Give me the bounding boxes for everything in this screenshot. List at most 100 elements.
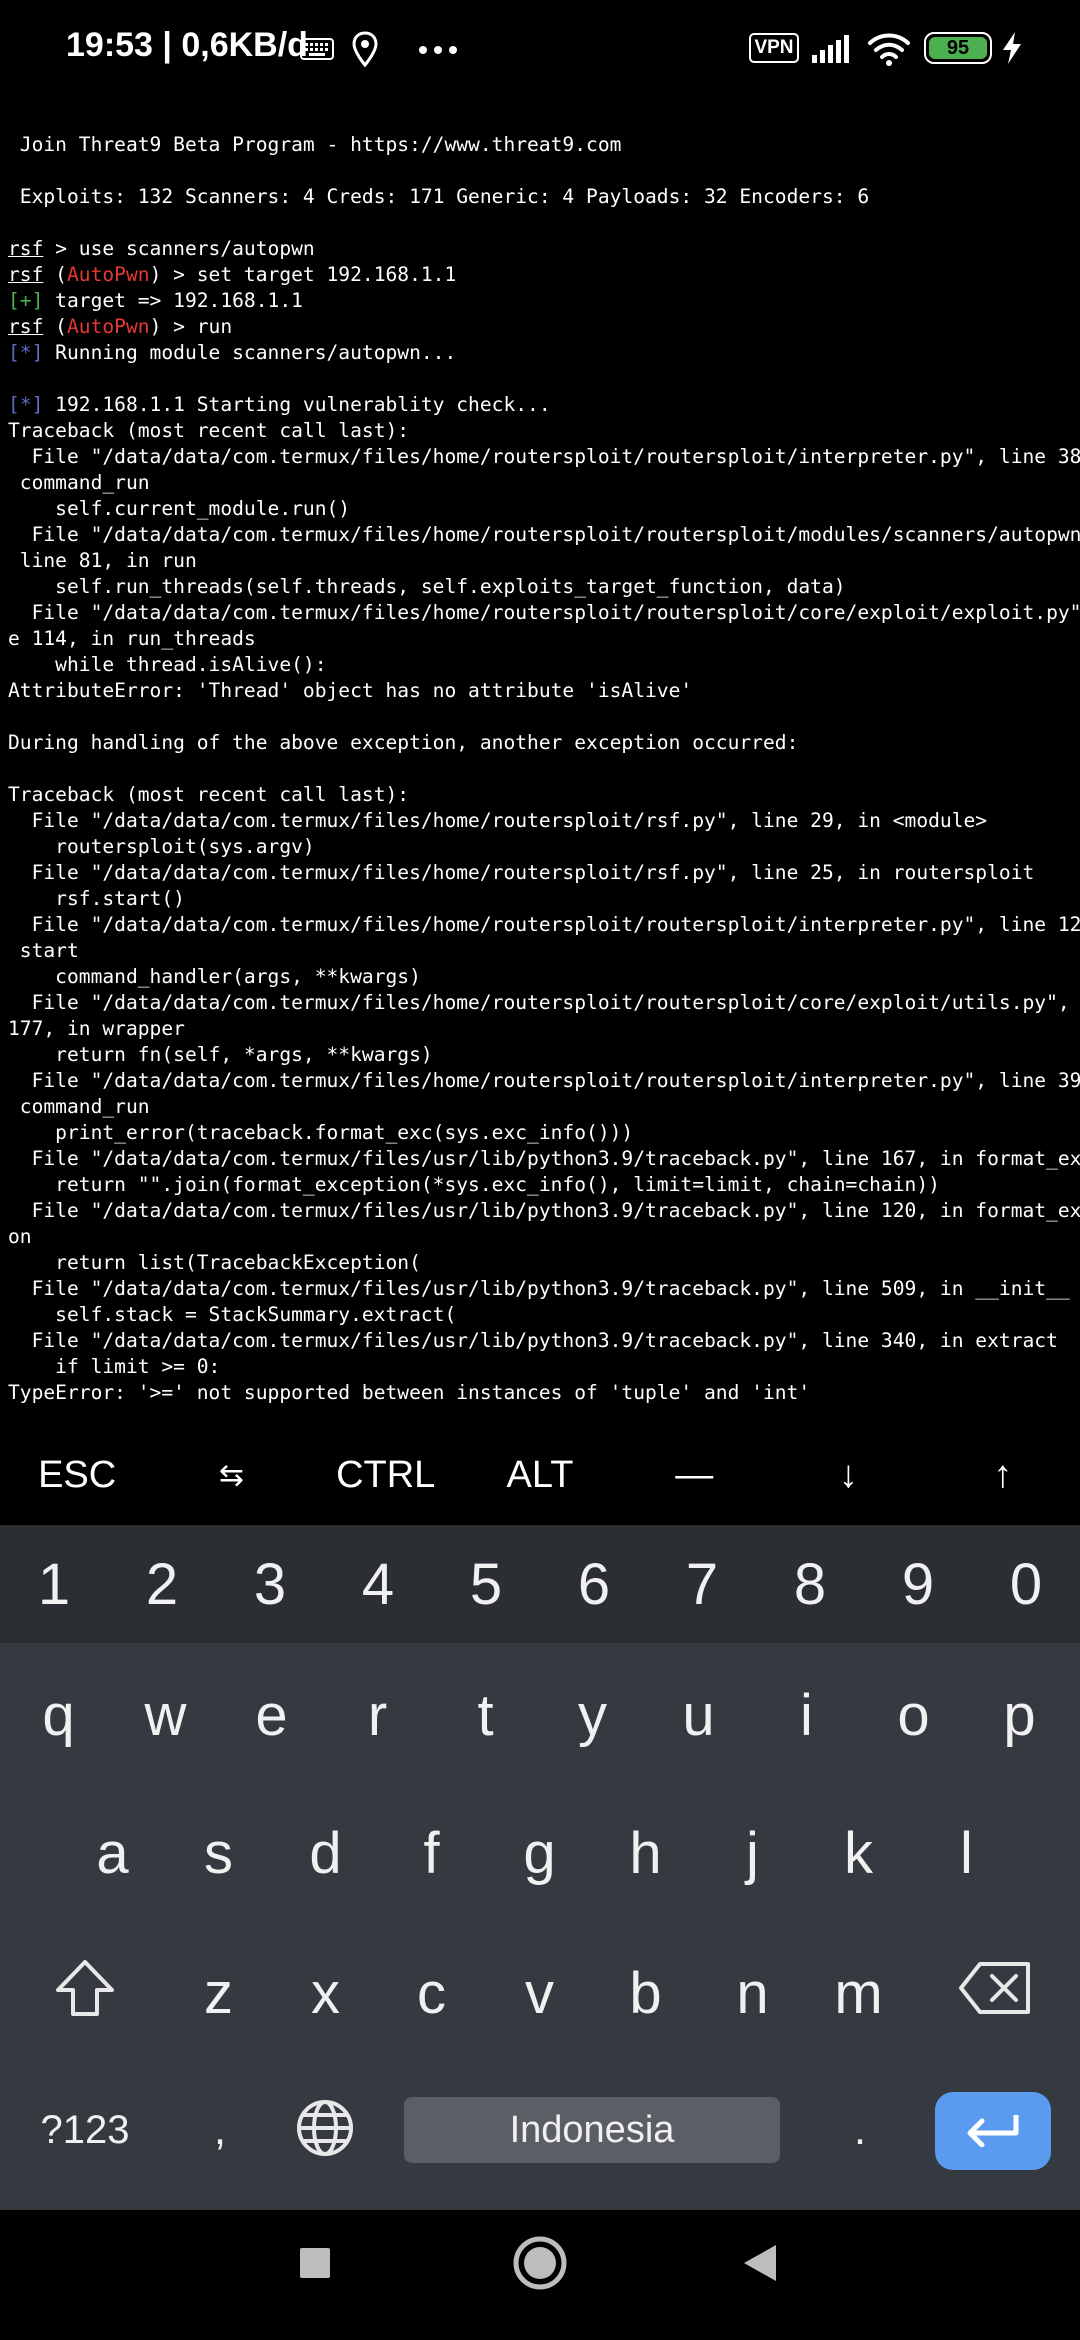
terminal-line: e 114, in run_threads: [8, 626, 1080, 652]
key-l[interactable]: l: [913, 1788, 1020, 1918]
terminal-line: File "/data/data/com.termux/files/home/r…: [8, 444, 1080, 470]
terminal-line: Traceback (most recent call last):: [8, 418, 1080, 444]
key-s[interactable]: s: [165, 1788, 272, 1918]
key-7[interactable]: 7: [648, 1525, 756, 1643]
enter-icon: [964, 2111, 1022, 2152]
terminal-line: rsf (AutoPwn) > set target 192.168.1.1: [8, 262, 1080, 288]
terminal-line: print_error(traceback.format_exc(sys.exc…: [8, 1120, 1080, 1146]
key-h[interactable]: h: [592, 1788, 699, 1918]
terminal-line: while thread.isAlive():: [8, 652, 1080, 678]
period-key[interactable]: .: [810, 2080, 910, 2180]
back-triangle-icon: [742, 2243, 778, 2288]
space-bar[interactable]: Indonesia: [404, 2097, 780, 2163]
terminal-text: (: [43, 263, 67, 286]
key-8[interactable]: 8: [756, 1525, 864, 1643]
terminal-line: rsf (AutoPwn) > run: [8, 314, 1080, 340]
terminal-text: TypeError: '>=' not supported between in…: [8, 1381, 811, 1404]
key-d[interactable]: d: [272, 1788, 379, 1918]
terminal-text-rsf: rsf: [8, 237, 44, 260]
terminal-text: During handling of the above exception, …: [8, 731, 799, 754]
terminal-line: command_handler(args, **kwargs): [8, 964, 1080, 990]
home-button[interactable]: [500, 2225, 580, 2305]
backspace-key[interactable]: [935, 1935, 1055, 2045]
terminal-text: File "/data/data/com.termux/files/usr/li…: [8, 1147, 1080, 1170]
terminal-text: Traceback (most recent call last):: [8, 783, 410, 806]
terminal-text: File "/data/data/com.termux/files/home/r…: [8, 913, 1080, 936]
number-row: 1 2 3 4 5 6 7 8 9 0: [0, 1525, 1080, 1643]
terminal-text: on: [8, 1225, 32, 1248]
key-t[interactable]: t: [432, 1650, 539, 1780]
key-v[interactable]: v: [486, 1928, 593, 2058]
ctrl-key[interactable]: CTRL: [309, 1425, 463, 1525]
arrow-down-key[interactable]: ↓: [771, 1425, 925, 1525]
key-0[interactable]: 0: [972, 1525, 1080, 1643]
back-button[interactable]: [725, 2230, 795, 2300]
terminal-line: File "/data/data/com.termux/files/home/r…: [8, 808, 1080, 834]
key-o[interactable]: o: [860, 1650, 967, 1780]
key-c[interactable]: c: [378, 1928, 485, 2058]
terminal-line: Exploits: 132 Scanners: 4 Creds: 171 Gen…: [8, 184, 1080, 210]
terminal-line: File "/data/data/com.termux/files/usr/li…: [8, 1276, 1080, 1302]
arrow-up-key[interactable]: ↑: [926, 1425, 1080, 1525]
key-b[interactable]: b: [592, 1928, 699, 2058]
key-5[interactable]: 5: [432, 1525, 540, 1643]
terminal-text: line 81, in run: [8, 549, 197, 572]
more-icon: [418, 40, 458, 60]
key-w[interactable]: w: [112, 1650, 219, 1780]
key-n[interactable]: n: [699, 1928, 806, 2058]
language-key[interactable]: [275, 2080, 375, 2180]
esc-key[interactable]: ESC: [0, 1425, 154, 1525]
enter-key[interactable]: [935, 2092, 1051, 2170]
shift-icon: [54, 1958, 116, 2023]
key-f[interactable]: f: [378, 1788, 485, 1918]
dash-key[interactable]: —: [617, 1425, 771, 1525]
terminal-text: target => 192.168.1.1: [43, 289, 303, 312]
alt-key[interactable]: ALT: [463, 1425, 617, 1525]
key-g[interactable]: g: [486, 1788, 593, 1918]
terminal-output[interactable]: Join Threat9 Beta Program - https://www.…: [0, 106, 1080, 1406]
terminal-line: self.current_module.run(): [8, 496, 1080, 522]
key-e[interactable]: e: [218, 1650, 325, 1780]
key-z[interactable]: z: [165, 1928, 272, 2058]
key-u[interactable]: u: [645, 1650, 752, 1780]
terminal-text: File "/data/data/com.termux/files/usr/li…: [8, 1329, 1058, 1352]
terminal-text: self.current_module.run(): [8, 497, 351, 520]
key-r[interactable]: r: [324, 1650, 431, 1780]
key-1[interactable]: 1: [0, 1525, 108, 1643]
shift-key[interactable]: [30, 1935, 140, 2045]
key-9[interactable]: 9: [864, 1525, 972, 1643]
terminal-line: [*] 192.168.1.1 Starting vulnerablity ch…: [8, 392, 1080, 418]
terminal-line: [*] Running module scanners/autopwn...: [8, 340, 1080, 366]
recents-button[interactable]: [280, 2230, 350, 2300]
key-6[interactable]: 6: [540, 1525, 648, 1643]
key-p[interactable]: p: [966, 1650, 1073, 1780]
symbols-key[interactable]: ?123: [20, 2080, 150, 2180]
terminal-line: File "/data/data/com.termux/files/home/r…: [8, 860, 1080, 886]
key-i[interactable]: i: [753, 1650, 860, 1780]
terminal-text: routersploit(sys.argv): [8, 835, 315, 858]
terminal-text: command_handler(args, **kwargs): [8, 965, 421, 988]
key-k[interactable]: k: [805, 1788, 912, 1918]
terminal-line: File "/data/data/com.termux/files/usr/li…: [8, 1328, 1080, 1354]
terminal-text-red: AutoPwn: [66, 263, 150, 286]
key-x[interactable]: x: [272, 1928, 379, 2058]
key-j[interactable]: j: [699, 1788, 806, 1918]
key-4[interactable]: 4: [324, 1525, 432, 1643]
terminal-text: Traceback (most recent call last):: [8, 419, 410, 442]
key-2[interactable]: 2: [108, 1525, 216, 1643]
key-q[interactable]: q: [5, 1650, 112, 1780]
key-y[interactable]: y: [539, 1650, 646, 1780]
terminal-text: AttributeError: 'Thread' object has no a…: [8, 679, 693, 702]
key-a[interactable]: a: [59, 1788, 166, 1918]
terminal-text: 192.168.1.1 Starting vulnerablity check.…: [43, 393, 551, 416]
terminal-text-red: AutoPwn: [66, 315, 150, 338]
key-3[interactable]: 3: [216, 1525, 324, 1643]
tab-key[interactable]: ⇆: [154, 1425, 308, 1525]
terminal-text: File "/data/data/com.termux/files/home/r…: [8, 523, 1080, 546]
terminal-text: File "/data/data/com.termux/files/home/r…: [8, 991, 1080, 1014]
terminal-text: return "".join(format_exception(*sys.exc…: [8, 1173, 940, 1196]
key-m[interactable]: m: [805, 1928, 912, 2058]
comma-key[interactable]: ,: [170, 2080, 270, 2180]
terminal-text: rsf.start(): [8, 887, 185, 910]
navigation-bar: [0, 2210, 1080, 2340]
